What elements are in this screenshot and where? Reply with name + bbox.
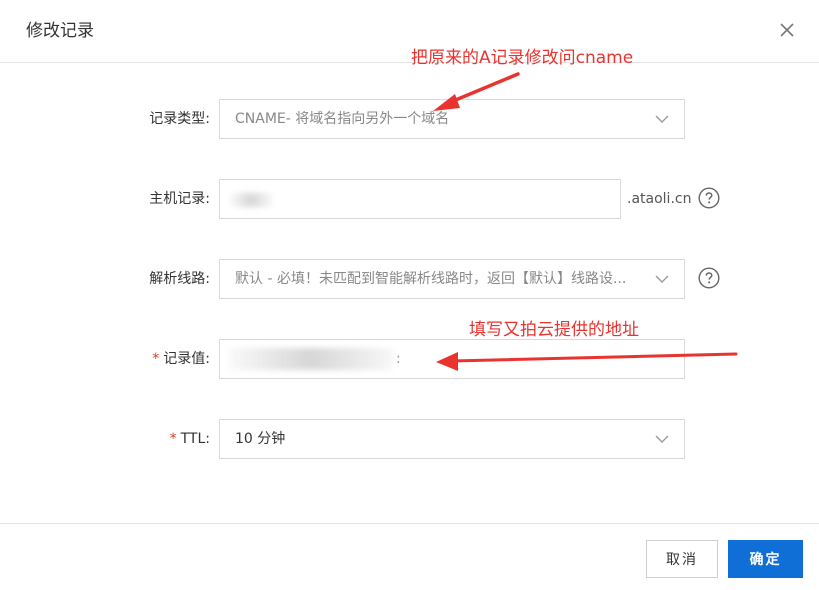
help-icon[interactable] [698,187,720,209]
ttl-row: * TTL: 10 分钟 [0,419,819,459]
host-record-row: 主机记录: .ataoli.cn [0,179,819,219]
close-icon[interactable] [776,19,798,41]
host-record-label: 主机记录: [149,191,210,207]
dialog-title: 修改记录 [26,21,94,41]
ttl-select[interactable]: 10 分钟 [219,419,685,459]
record-type-select[interactable]: CNAME- 将域名指向另外一个域名 [219,99,685,139]
confirm-button[interactable]: 确定 [728,540,803,578]
record-type-value: CNAME- 将域名指向另外一个域名 [235,111,450,127]
help-icon[interactable] [698,267,720,289]
record-type-label: 记录类型: [149,111,210,127]
ttl-value: 10 分钟 [235,431,286,447]
resolve-line-row: 解析线路: 默认 - 必填！未匹配到智能解析线路时，返回【默认】线路设... [0,259,819,299]
redacted-host-value [230,193,272,207]
resolve-line-select[interactable]: 默认 - 必填！未匹配到智能解析线路时，返回【默认】线路设... [219,259,685,299]
chevron-down-icon [655,435,669,443]
record-value-row: * 记录值: : [0,339,819,379]
record-value-tail: : [396,351,401,367]
cancel-button[interactable]: 取消 [646,540,718,578]
dialog-header: 修改记录 [0,0,819,63]
redacted-record-value [228,348,393,370]
type-annotation: 把原来的A记录修改问cname [411,48,634,68]
dialog-footer: 取消 确定 [0,523,819,590]
record-value-input[interactable]: : [219,339,685,379]
chevron-down-icon [655,115,669,123]
value-annotation: 填写又拍云提供的地址 [469,320,639,340]
record-value-label: * 记录值: [152,351,210,367]
chevron-down-icon [655,275,669,283]
host-record-input[interactable] [219,179,621,219]
required-mark: * [152,351,160,367]
resolve-line-label: 解析线路: [149,271,210,287]
ttl-label: * TTL: [169,431,210,447]
edit-record-dialog: 修改记录 记录类型: CNAME- 将域名指向另外一个域名 主机记录: .ata… [0,0,819,590]
domain-suffix: .ataoli.cn [627,191,692,207]
record-type-row: 记录类型: CNAME- 将域名指向另外一个域名 [0,99,819,139]
required-mark: * [169,431,177,447]
resolve-line-value: 默认 - 必填！未匹配到智能解析线路时，返回【默认】线路设... [235,271,627,287]
